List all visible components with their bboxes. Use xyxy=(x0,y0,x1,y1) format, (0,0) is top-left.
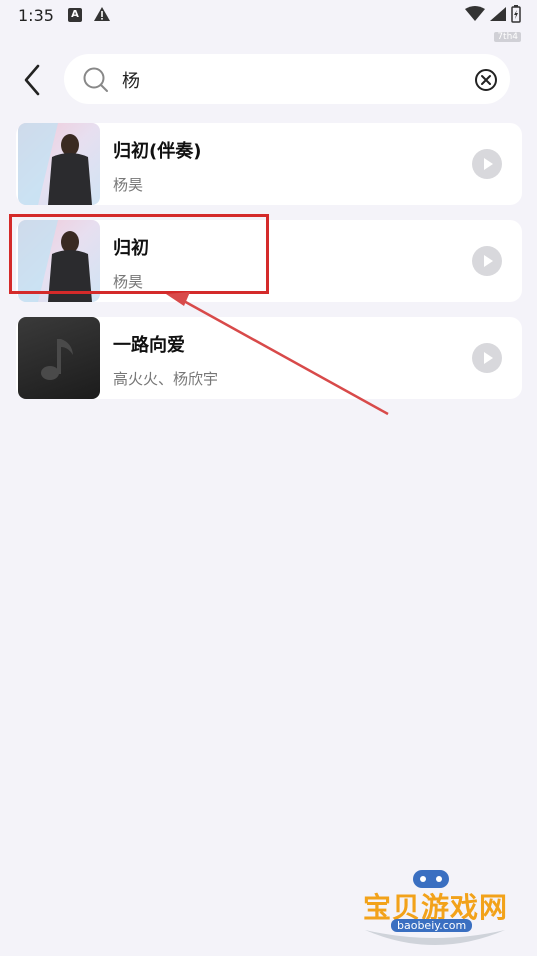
play-button[interactable] xyxy=(472,343,502,373)
watermark: 宝贝游戏网 baobeiy.com xyxy=(355,868,515,948)
song-artist: 杨昊 xyxy=(113,176,144,194)
chevron-left-icon xyxy=(24,64,40,96)
wifi-icon xyxy=(465,6,485,21)
battery-icon xyxy=(511,5,521,23)
music-note-icon xyxy=(41,339,73,380)
watermark-url: baobeiy.com xyxy=(391,919,473,932)
song-title: 归初(伴奏) xyxy=(113,141,202,162)
play-icon xyxy=(472,149,502,179)
search-input[interactable] xyxy=(120,64,464,96)
status-bar: 1:35 A 7th4 xyxy=(0,0,537,42)
play-button[interactable] xyxy=(472,149,502,179)
play-icon xyxy=(472,246,502,276)
search-bar[interactable] xyxy=(64,54,510,104)
song-item[interactable]: 一路向爱 高火火、杨欣宇 xyxy=(16,317,522,399)
corner-badge: 7th4 xyxy=(494,32,521,42)
play-icon xyxy=(472,343,502,373)
highlight-annotation-box xyxy=(9,214,269,294)
album-cover xyxy=(18,123,100,205)
status-time: 1:35 xyxy=(18,6,54,25)
search-icon xyxy=(82,66,110,98)
album-cover xyxy=(18,317,100,399)
warning-icon xyxy=(93,6,111,26)
status-right-icons xyxy=(465,5,521,23)
back-button[interactable] xyxy=(20,62,48,98)
song-artist: 高火火、杨欣宇 xyxy=(113,370,219,388)
play-button[interactable] xyxy=(472,246,502,276)
clear-search-icon[interactable] xyxy=(474,68,498,96)
signal-icon xyxy=(490,7,506,21)
notification-a-icon: A xyxy=(68,8,82,22)
song-title: 一路向爱 xyxy=(113,335,185,356)
song-item[interactable]: 归初(伴奏) 杨昊 xyxy=(16,123,522,205)
